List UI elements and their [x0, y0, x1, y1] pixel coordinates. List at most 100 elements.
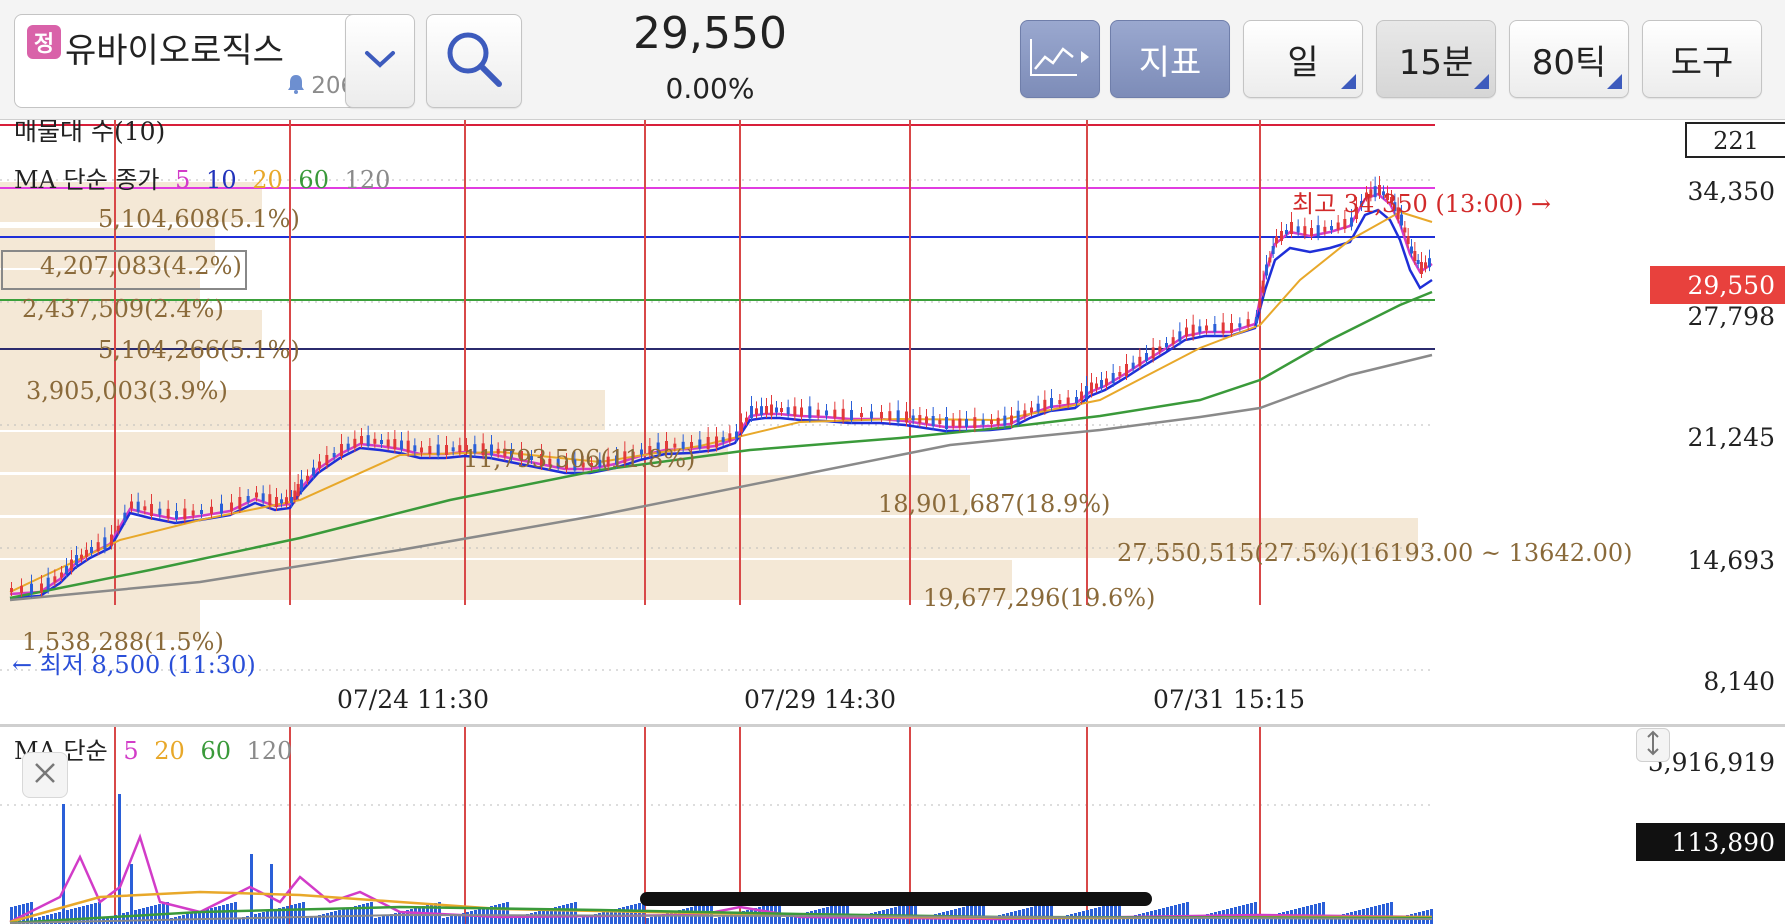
candle-body — [1105, 378, 1108, 386]
volume-bar — [1042, 904, 1045, 924]
current-price-tag-value: 29,550 — [1688, 271, 1775, 300]
candle-body — [1171, 337, 1175, 345]
vol-ma-period-5: 5 — [123, 737, 139, 765]
candle-body — [1350, 217, 1353, 227]
candle-body — [996, 417, 1000, 425]
candle-body — [360, 436, 363, 444]
volume-bar — [1390, 902, 1393, 924]
search-button[interactable] — [426, 14, 522, 108]
stock-dropdown-button[interactable] — [345, 14, 415, 108]
toolbar: 정 유바이오로직스 206650 29,550 0.00% 지표 일 15분 8… — [0, 0, 1785, 120]
chart-type-button[interactable] — [1020, 20, 1100, 98]
candle-body — [20, 585, 23, 593]
candle-body — [40, 583, 43, 593]
candle-body — [1138, 356, 1142, 366]
candle-body — [110, 534, 113, 546]
candle-body — [428, 446, 432, 454]
period-15min-button[interactable]: 15분 — [1376, 20, 1496, 98]
volume-bar — [386, 915, 389, 924]
volume-bar — [1182, 903, 1185, 924]
volume-bar — [254, 914, 257, 924]
candle-body — [965, 419, 968, 427]
volume-bar — [1190, 918, 1193, 924]
candle-body — [715, 436, 718, 448]
price-change-rate: 0.00% — [665, 72, 755, 105]
resize-panel-handle[interactable] — [1636, 728, 1670, 762]
profile-label: 2,437,509(2.4%) — [22, 295, 224, 323]
volume-bar — [1250, 903, 1253, 924]
candle-body — [200, 510, 203, 514]
tick-80-button[interactable]: 80틱 — [1509, 20, 1629, 98]
candle-body — [1424, 262, 1427, 269]
volume-bar — [1038, 905, 1041, 924]
candle-body — [1265, 264, 1268, 276]
period-day-button[interactable]: 일 — [1243, 20, 1363, 98]
candle-body — [30, 583, 33, 594]
profile-label: 5,104,608(5.1%) — [98, 205, 300, 233]
vol-ma-period-20: 20 — [154, 737, 185, 765]
tick-80-label: 80틱 — [1531, 42, 1607, 83]
volume-bar — [966, 906, 969, 924]
vol-ma-period-120: 120 — [246, 737, 293, 765]
price-chart[interactable]: 5,104,608(5.1%) 4,207,083(4.2%) 2,437,50… — [0, 120, 1785, 725]
ma-legend[interactable]: MA 단순 종가 5 10 20 60 120 — [14, 160, 398, 195]
profile-bar — [0, 560, 1012, 600]
candle-body — [386, 439, 390, 447]
tools-button[interactable]: 도구 — [1642, 20, 1762, 98]
candle-body — [285, 497, 288, 505]
volume-bar — [330, 912, 333, 924]
volume-bar — [1110, 904, 1113, 924]
volume-bar — [118, 794, 121, 924]
candle-body — [332, 453, 336, 457]
period-day-label: 일 — [1287, 42, 1319, 83]
candle-body — [1198, 326, 1202, 333]
candle-body — [1271, 246, 1275, 254]
candle-body — [10, 588, 13, 592]
candle-body — [150, 504, 153, 516]
close-volume-panel-button[interactable] — [22, 752, 68, 798]
candle-body — [280, 499, 283, 504]
candle-body — [458, 445, 462, 453]
candle-body — [166, 508, 170, 518]
volume-bar — [334, 911, 337, 924]
dropdown-corner-icon — [1607, 74, 1622, 89]
candle-body — [393, 439, 397, 449]
volume-bar — [454, 915, 457, 924]
candle-body — [1080, 391, 1083, 401]
candle-body — [1330, 226, 1333, 230]
candle-body — [1413, 251, 1417, 261]
candle-body — [1191, 324, 1195, 337]
volume-bar — [322, 914, 325, 924]
candle-body — [1043, 399, 1047, 411]
close-icon — [32, 760, 58, 790]
candle-body — [420, 447, 423, 453]
low-price-label: ← 최저 8,500 (11:30) — [12, 651, 256, 679]
volume-bar — [582, 917, 585, 924]
volume-bar — [1386, 903, 1389, 924]
volume-bar — [502, 903, 505, 924]
profile-title: 매물대 수(10) — [14, 120, 165, 146]
candle-body — [1145, 353, 1148, 361]
candle-body — [70, 559, 73, 571]
volume-bar — [638, 903, 641, 924]
candle-body — [1258, 298, 1262, 308]
candle-body — [745, 417, 748, 422]
candle-body — [413, 445, 417, 452]
indicator-button[interactable]: 지표 — [1110, 20, 1230, 98]
line-chart-icon — [1027, 35, 1093, 83]
candle-body — [318, 461, 321, 469]
candle-body — [760, 406, 763, 416]
volume-bar — [782, 918, 785, 924]
volume-bar — [1030, 907, 1033, 924]
candle-body — [1410, 246, 1413, 254]
volume-bar — [210, 908, 213, 924]
candle-body — [706, 437, 710, 449]
price-axis: 221 34,350 29,550 27,798 21,245 14,693 8… — [1650, 122, 1785, 696]
volume-bar — [1382, 904, 1385, 924]
candle-body — [312, 467, 315, 476]
volume-bar — [1102, 906, 1105, 924]
candle-body — [90, 547, 93, 553]
volume-bar — [646, 918, 649, 924]
volume-bar — [634, 904, 637, 924]
alarm-bell-icon[interactable] — [287, 74, 305, 98]
